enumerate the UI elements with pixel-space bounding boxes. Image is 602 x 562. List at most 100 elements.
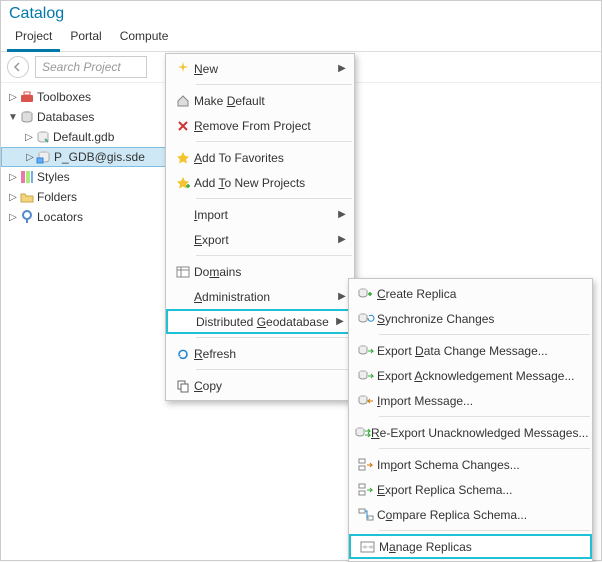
locators-icon <box>19 209 35 225</box>
tree-label: Locators <box>37 210 83 224</box>
menu-item-import-schema[interactable]: Import Schema Changes... <box>349 452 592 477</box>
search-input[interactable]: Search Project <box>35 56 147 78</box>
chevron-right-icon: ▶ <box>336 291 348 302</box>
project-tree: ▷ Toolboxes ▼ Databases ▷ Default.gdb ▷ … <box>1 83 166 231</box>
tree-item-folders[interactable]: ▷ Folders <box>1 187 166 207</box>
menu-item-refresh[interactable]: Refresh <box>166 341 354 366</box>
menu-label: Export Data Change Message... <box>377 344 586 358</box>
menu-separator <box>379 416 590 417</box>
star-add-icon <box>172 176 194 190</box>
menu-label: Export Replica Schema... <box>377 483 586 497</box>
menu-label: Remove From Project <box>194 119 348 133</box>
menu-label: Compare Replica Schema... <box>377 508 586 522</box>
menu-separator <box>196 255 352 256</box>
tree-label: Folders <box>37 190 77 204</box>
menu-separator <box>379 334 590 335</box>
import-msg-icon <box>355 394 377 408</box>
chevron-right-icon[interactable]: ▷ <box>7 172 19 183</box>
databases-icon <box>19 109 35 125</box>
menu-item-add-new-projects[interactable]: Add To New Projects <box>166 170 354 195</box>
menu-label: Make Default <box>194 94 348 108</box>
chevron-down-icon[interactable]: ▼ <box>7 112 19 123</box>
menu-item-import[interactable]: Import ▶ <box>166 202 354 227</box>
menu-item-add-favorites[interactable]: Add To Favorites <box>166 145 354 170</box>
remove-x-icon <box>172 119 194 133</box>
menu-label: Refresh <box>194 347 348 361</box>
home-icon <box>172 94 194 108</box>
menu-label: Add To Favorites <box>194 151 348 165</box>
menu-item-new[interactable]: New ▶ <box>166 56 354 81</box>
menu-item-manage-replicas[interactable]: Manage Replicas <box>349 534 592 559</box>
manage-icon <box>357 540 379 554</box>
menu-separator <box>196 198 352 199</box>
menu-label: Domains <box>194 265 348 279</box>
menu-separator <box>196 369 352 370</box>
menu-item-export-data-change[interactable]: Export Data Change Message... <box>349 338 592 363</box>
menu-item-synchronize-changes[interactable]: Synchronize Changes <box>349 306 592 331</box>
refresh-icon <box>172 347 194 361</box>
menu-item-remove[interactable]: Remove From Project <box>166 113 354 138</box>
menu-item-make-default[interactable]: Make Default <box>166 88 354 113</box>
chevron-right-icon: ▶ <box>334 316 346 327</box>
tree-item-toolboxes[interactable]: ▷ Toolboxes <box>1 87 166 107</box>
back-button[interactable] <box>7 56 29 78</box>
tree-item-sde[interactable]: ▷ P_GDB@gis.sde <box>1 147 166 167</box>
tree-item-default-gdb[interactable]: ▷ Default.gdb <box>1 127 166 147</box>
menu-item-import-message[interactable]: Import Message... <box>349 388 592 413</box>
menu-separator <box>379 448 590 449</box>
menu-label: Import Schema Changes... <box>377 458 586 472</box>
menu-label: Create Replica <box>377 287 586 301</box>
menu-label: Manage Replicas <box>379 540 584 554</box>
tab-project[interactable]: Project <box>7 25 60 52</box>
search-placeholder: Search Project <box>42 60 121 74</box>
chevron-right-icon[interactable]: ▷ <box>7 192 19 203</box>
chevron-right-icon[interactable]: ▷ <box>7 212 19 223</box>
export-msg-icon <box>355 426 371 440</box>
gdb-icon <box>35 129 51 145</box>
menu-label: Distributed Geodatabase <box>196 315 334 329</box>
tab-portal[interactable]: Portal <box>62 25 109 51</box>
menu-separator <box>196 141 352 142</box>
menu-label: Synchronize Changes <box>377 312 586 326</box>
menu-item-export[interactable]: Export ▶ <box>166 227 354 252</box>
styles-icon <box>19 169 35 185</box>
copy-icon <box>172 379 194 393</box>
menu-item-export-schema[interactable]: Export Replica Schema... <box>349 477 592 502</box>
menu-item-distributed-geodatabase[interactable]: Distributed Geodatabase ▶ <box>166 309 354 334</box>
tree-label: Styles <box>37 170 70 184</box>
menu-separator <box>379 530 590 531</box>
sync-icon <box>355 312 377 326</box>
menu-item-compare-schema[interactable]: Compare Replica Schema... <box>349 502 592 527</box>
panel-title: Catalog <box>9 5 64 22</box>
menu-item-domains[interactable]: Domains <box>166 259 354 284</box>
chevron-right-icon: ▶ <box>336 209 348 220</box>
menu-item-administration[interactable]: Administration ▶ <box>166 284 354 309</box>
tree-item-databases[interactable]: ▼ Databases <box>1 107 166 127</box>
menu-label: Export <box>194 233 336 247</box>
tree-item-locators[interactable]: ▷ Locators <box>1 207 166 227</box>
tab-strip: Project Portal Compute <box>1 25 601 52</box>
menu-item-reexport[interactable]: Re-Export Unacknowledged Messages... <box>349 420 592 445</box>
domains-icon <box>172 265 194 279</box>
schema-icon <box>355 508 377 522</box>
tree-item-styles[interactable]: ▷ Styles <box>1 167 166 187</box>
schema-icon <box>355 483 377 497</box>
schema-icon <box>355 458 377 472</box>
chevron-right-icon[interactable]: ▷ <box>24 152 36 163</box>
replica-icon <box>355 287 377 301</box>
sde-icon <box>36 149 52 165</box>
title-bar: Catalog <box>1 1 601 25</box>
menu-label: Add To New Projects <box>194 176 348 190</box>
chevron-right-icon[interactable]: ▷ <box>23 132 35 143</box>
chevron-right-icon[interactable]: ▷ <box>7 92 19 103</box>
menu-item-copy[interactable]: Copy <box>166 373 354 398</box>
menu-label: Import <box>194 208 336 222</box>
tree-label: Default.gdb <box>53 130 114 144</box>
menu-separator <box>196 337 352 338</box>
sparkle-icon <box>172 62 194 76</box>
tab-compute[interactable]: Compute <box>112 25 177 51</box>
menu-label: Export Acknowledgement Message... <box>377 369 586 383</box>
menu-item-export-ack[interactable]: Export Acknowledgement Message... <box>349 363 592 388</box>
menu-item-create-replica[interactable]: Create Replica <box>349 281 592 306</box>
back-arrow-icon <box>12 61 24 73</box>
